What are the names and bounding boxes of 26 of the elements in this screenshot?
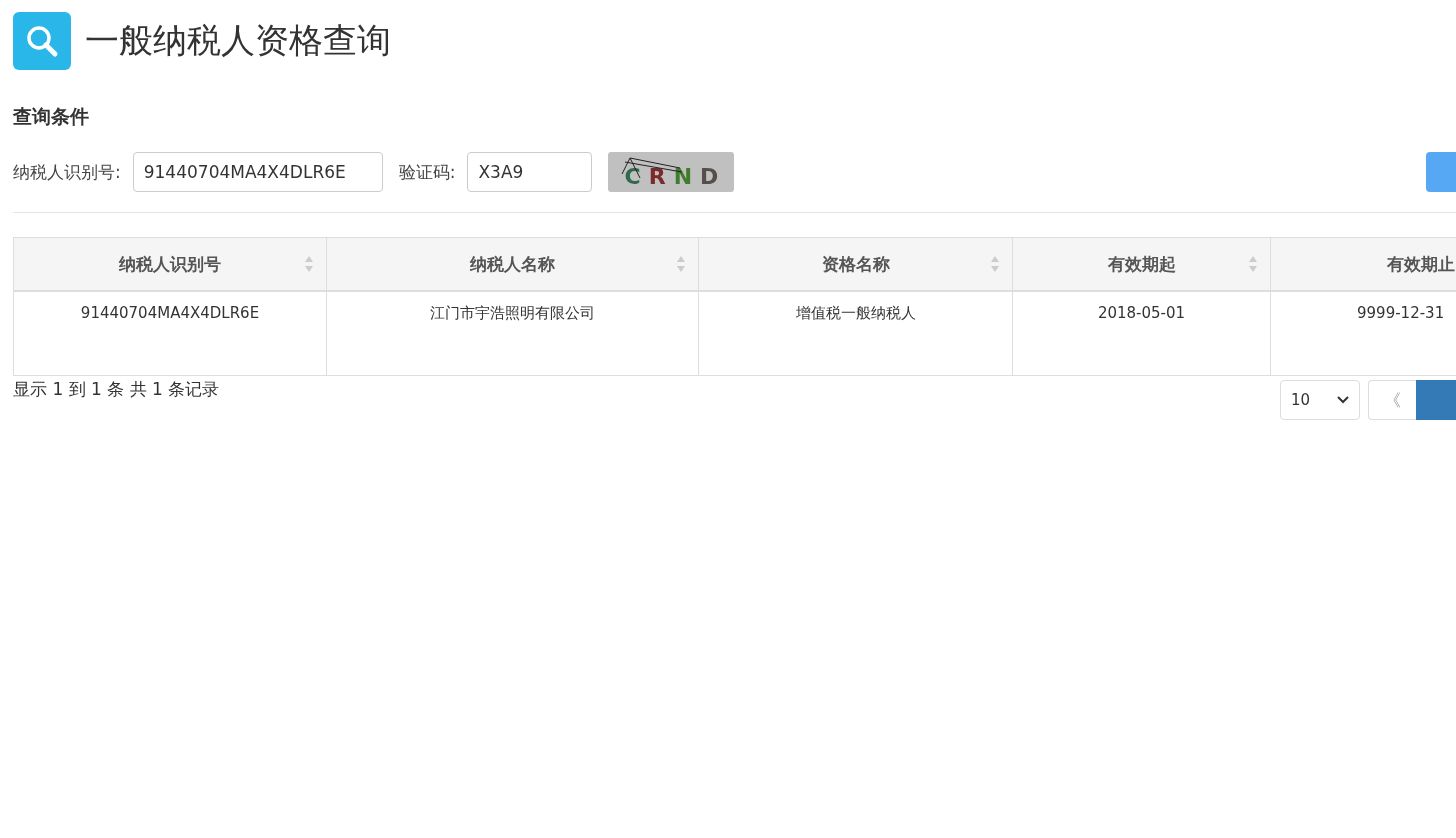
search-icon — [13, 12, 71, 70]
field-label: 纳税人识别号: — [13, 160, 121, 184]
column-header[interactable]: 有效期止 — [1270, 237, 1456, 291]
chevron-icon — [1337, 396, 1349, 404]
sort-icon[interactable] — [304, 255, 314, 273]
page-title: 一般纳税人资格查询 — [85, 19, 391, 62]
table-cell: 江门市宇浩照明有限公司 — [326, 291, 699, 376]
page-size-select[interactable]: 10 — [1280, 380, 1360, 420]
column-header[interactable]: 纳税人名称 — [326, 237, 699, 291]
column-header[interactable]: 资格名称 — [698, 237, 1013, 291]
page-button[interactable] — [1416, 380, 1456, 420]
search-button[interactable] — [1426, 152, 1456, 192]
taxpayer-id-input[interactable]: 91440704MA4X4DLR6E — [132, 152, 383, 192]
sort-icon[interactable] — [676, 255, 686, 273]
column-header[interactable]: 纳税人识别号 — [13, 237, 327, 291]
table-cell: 增值税一般纳税人 — [698, 291, 1013, 376]
column-header[interactable]: 有效期起 — [1012, 237, 1271, 291]
table-cell: 91440704MA4X4DLR6E — [13, 291, 327, 376]
record-summary: 显示 1 到 1 条 共 1 条记录 — [13, 378, 220, 401]
section-title: 查询条件 — [13, 104, 90, 129]
field-label: 验证码: — [398, 160, 456, 184]
table-cell: 2018-05-01 — [1012, 291, 1271, 376]
sort-icon[interactable] — [1248, 255, 1258, 273]
captcha-input[interactable]: X3A9 — [467, 152, 593, 192]
captcha-image: C R N D — [608, 152, 735, 192]
sort-icon[interactable] — [990, 255, 1000, 273]
